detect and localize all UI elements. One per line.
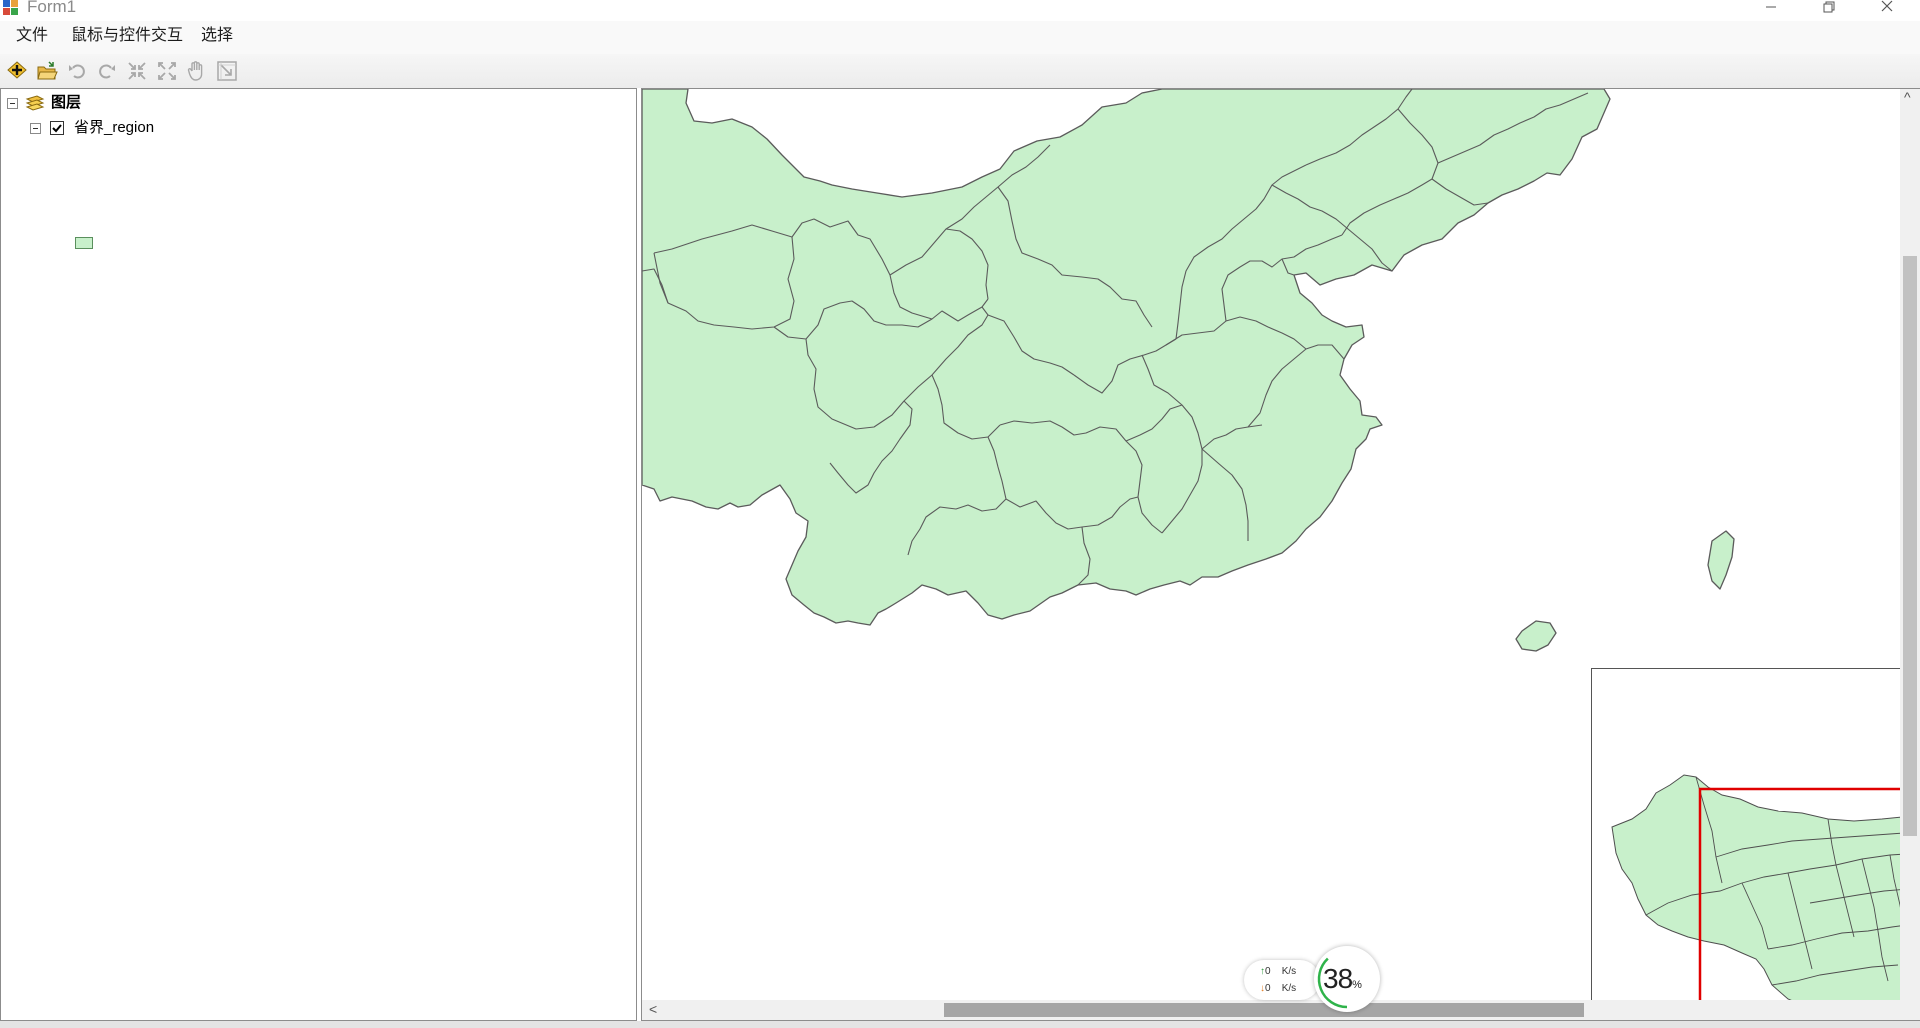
add-data-icon[interactable] [5,59,29,83]
menu-select[interactable]: 选择 [197,25,237,47]
map-landmass [642,89,1611,626]
restore-icon[interactable] [1812,0,1846,16]
map-view[interactable]: ^ < [641,88,1920,1021]
layer-row-province[interactable]: 省界_region [30,118,330,138]
zoom-out-fixed-icon[interactable] [155,59,179,83]
overview-china-map [1611,774,1920,1020]
bottom-edge-strip [0,1021,1920,1028]
layers-root-row[interactable]: 图层 [6,93,306,113]
menu-bar: 文件 鼠标与控件交互 选择 [0,21,1920,54]
system-monitor-widget[interactable]: ↑0 K/s ↓0 K/s 38% [1244,946,1384,1014]
open-document-icon[interactable] [35,59,59,83]
network-speed-pill: ↑0 K/s ↓0 K/s [1244,960,1320,1000]
toolbar [0,54,1920,88]
layer-tree-panel: 图层 省界_region [0,88,637,1021]
cpu-percent-label: 38% [1323,963,1362,994]
app-form-icon [3,0,18,15]
map-taiwan [1707,530,1735,590]
vertical-scroll-thumb[interactable] [1903,256,1917,836]
layer-symbol-swatch [75,237,93,249]
map-hainan [1515,620,1557,652]
full-extent-icon[interactable] [215,59,239,83]
layers-root-label: 图层 [51,94,82,111]
collapse-toggle-root[interactable] [7,98,18,109]
menu-file[interactable]: 文件 [12,25,52,47]
layers-stack-icon [25,95,45,111]
pan-hand-icon[interactable] [185,59,209,83]
menu-mouse-interaction[interactable]: 鼠标与控件交互 [67,25,187,47]
cpu-usage-circle[interactable]: 38% [1314,946,1380,1012]
undo-icon[interactable] [65,59,89,83]
overview-map[interactable] [1591,668,1920,1020]
minimize-icon[interactable] [1754,0,1788,16]
checkmark-icon [52,124,62,133]
scroll-left-icon[interactable]: < [649,1001,657,1017]
scroll-up-icon[interactable]: ^ [1904,89,1911,105]
zoom-in-fixed-icon[interactable] [125,59,149,83]
title-bar: Form1 [0,0,1920,16]
layer-visibility-checkbox[interactable] [50,121,64,135]
vertical-scrollbar[interactable]: ^ [1900,89,1920,1001]
window-title: Form1 [27,0,77,16]
layer-name-label: 省界_region [74,119,155,136]
collapse-toggle-layer[interactable] [30,123,41,134]
upload-speed: ↑0 K/s [1260,966,1297,977]
close-icon[interactable] [1870,0,1904,16]
download-speed: ↓0 K/s [1260,983,1297,994]
redo-icon[interactable] [95,59,119,83]
